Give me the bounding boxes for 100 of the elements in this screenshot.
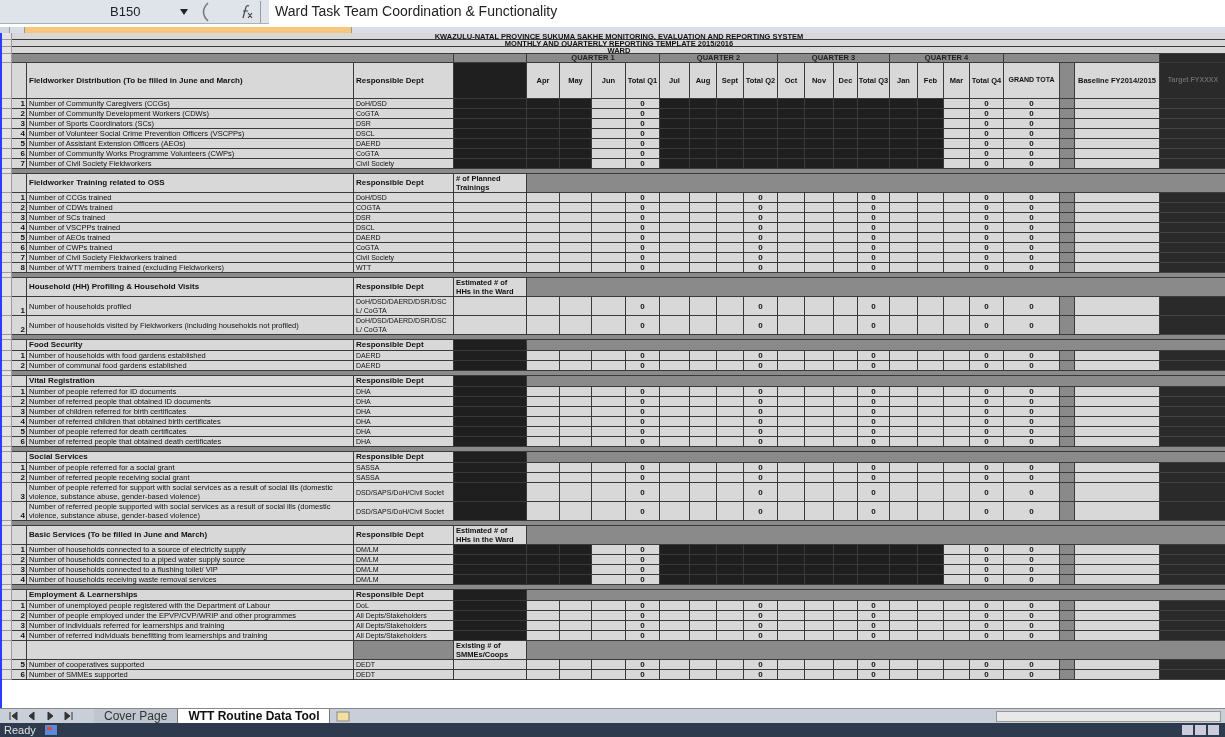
table-cell: 0 (858, 407, 890, 417)
spacer-cell (1060, 263, 1075, 273)
formula-field[interactable]: Ward Task Team Coordination & Functionality (269, 0, 1225, 24)
select-all-corner[interactable] (0, 27, 10, 33)
column-header-strip[interactable] (10, 27, 25, 33)
row-header[interactable] (2, 278, 12, 297)
section-title: Basic Services (To be filled in June and March) (27, 526, 354, 545)
row-header[interactable] (2, 174, 12, 193)
table-cell: 0 (858, 483, 890, 502)
table-cell: 0 (970, 263, 1004, 273)
view-buttons-icon[interactable] (1181, 724, 1221, 736)
macro-record-icon[interactable] (43, 724, 58, 736)
grand-total-cell: 0 (1004, 129, 1060, 139)
table-cell: 0 (744, 437, 778, 447)
grand-total-cell: 0 (1004, 565, 1060, 575)
table-cell: 0 (858, 213, 890, 223)
table-cell: 0 (626, 397, 660, 407)
table-cell: 0 (744, 621, 778, 631)
table-cell: 0 (970, 483, 1004, 502)
table-cell: 0 (858, 203, 890, 213)
table-cell: 0 (858, 463, 890, 473)
table-cell: 0 (970, 611, 1004, 621)
spacer-cell (1060, 243, 1075, 253)
spacer-cell (1060, 109, 1075, 119)
table-cell: 0 (744, 387, 778, 397)
table-cell: 0 (626, 129, 660, 139)
table-cell: 0 (626, 575, 660, 585)
table-cell: 0 (744, 631, 778, 641)
horizontal-scrollbar[interactable] (996, 710, 1221, 722)
table-cell: 0 (970, 253, 1004, 263)
spacer-cell (1060, 660, 1075, 670)
table-cell: 0 (858, 223, 890, 233)
row-number: 1 (12, 387, 27, 397)
table-cell: 0 (744, 417, 778, 427)
spacer-cell (1060, 223, 1075, 233)
table-cell: 0 (970, 437, 1004, 447)
sheet-tab[interactable]: WTT Routine Data Tool (178, 708, 331, 724)
grand-total-cell: 0 (1004, 361, 1060, 371)
row-header[interactable] (2, 63, 12, 99)
sheet-tab[interactable]: Cover Page (94, 708, 179, 724)
table-cell: 0 (626, 407, 660, 417)
row-header[interactable] (2, 590, 12, 601)
new-sheet-icon[interactable] (334, 710, 353, 722)
row-header[interactable] (2, 641, 12, 660)
row-header[interactable] (2, 452, 12, 463)
table-cell: 0 (626, 316, 660, 335)
section-title: Employment & Learnerships (27, 590, 354, 601)
table-cell: 0 (626, 463, 660, 473)
table-cell: 0 (626, 502, 660, 521)
table-cell: 0 (970, 243, 1004, 253)
grand-total-cell: 0 (1004, 397, 1060, 407)
row-header[interactable] (2, 526, 12, 545)
spacer-cell (1060, 63, 1075, 99)
table-cell: 0 (626, 213, 660, 223)
table-cell: 0 (626, 545, 660, 555)
table-cell: 0 (744, 243, 778, 253)
spacer-cell (1060, 159, 1075, 169)
spacer-cell (1060, 575, 1075, 585)
table-cell: 0 (626, 223, 660, 233)
table-cell: 0 (744, 463, 778, 473)
grand-total-cell: 0 (1004, 387, 1060, 397)
table-cell: 0 (858, 601, 890, 611)
table-cell: 0 (970, 427, 1004, 437)
grand-total-cell: 0 (1004, 575, 1060, 585)
row-header[interactable] (2, 502, 12, 521)
spacer-cell (1060, 417, 1075, 427)
table-cell: 0 (970, 631, 1004, 641)
row-number: 7 (12, 253, 27, 263)
row-header[interactable] (2, 521, 12, 526)
grand-total-cell: 0 (1004, 545, 1060, 555)
grand-total-cell: 0 (1004, 437, 1060, 447)
row-header[interactable] (2, 297, 12, 316)
row-header[interactable] (2, 335, 12, 340)
table-cell: 0 (626, 263, 660, 273)
table-cell: 0 (626, 159, 660, 169)
table-cell: 0 (970, 565, 1004, 575)
function-icon[interactable] (240, 4, 254, 19)
spacer-cell (1060, 139, 1075, 149)
spacer-cell (1060, 427, 1075, 437)
table-cell: 0 (626, 427, 660, 437)
row-header[interactable] (2, 340, 12, 351)
table-cell: 0 (626, 417, 660, 427)
row-header[interactable] (2, 483, 12, 502)
grand-total-cell: 0 (1004, 316, 1060, 335)
table-cell: 0 (626, 437, 660, 447)
spacer-cell (1060, 253, 1075, 263)
table-cell: 0 (744, 427, 778, 437)
row-header[interactable] (2, 376, 12, 387)
table-cell: 0 (626, 631, 660, 641)
grand-total-cell: 0 (1004, 263, 1060, 273)
spacer-cell (1060, 621, 1075, 631)
row-header[interactable] (2, 316, 12, 335)
dropdown-icon[interactable] (180, 8, 188, 15)
table-cell: 0 (626, 99, 660, 109)
table-cell: 0 (970, 473, 1004, 483)
table-cell: 0 (626, 351, 660, 361)
grand-total-cell: 0 (1004, 611, 1060, 621)
table-cell: 0 (744, 316, 778, 335)
grand-total-cell: 0 (1004, 463, 1060, 473)
table-cell: 0 (626, 611, 660, 621)
